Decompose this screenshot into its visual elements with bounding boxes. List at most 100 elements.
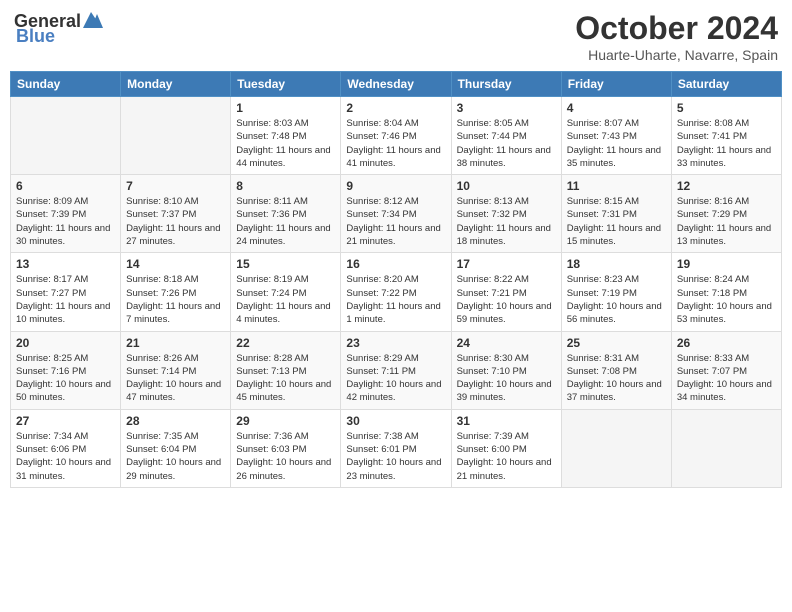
day-number: 4: [567, 101, 666, 115]
day-info: Sunrise: 7:36 AMSunset: 6:03 PMDaylight:…: [236, 430, 335, 483]
day-info: Sunrise: 8:20 AMSunset: 7:22 PMDaylight:…: [346, 273, 445, 326]
day-number: 13: [16, 257, 115, 271]
day-info: Sunrise: 8:33 AMSunset: 7:07 PMDaylight:…: [677, 352, 776, 405]
day-number: 8: [236, 179, 335, 193]
page-header: General Blue October 2024 Huarte-Uharte,…: [10, 10, 782, 63]
day-number: 20: [16, 336, 115, 350]
calendar-week-2: 6Sunrise: 8:09 AMSunset: 7:39 PMDaylight…: [11, 175, 782, 253]
month-title: October 2024: [575, 10, 778, 47]
calendar-cell: 27 Sunrise: 7:34 AMSunset: 6:06 PMDayligh…: [11, 409, 121, 487]
calendar-week-5: 27 Sunrise: 7:34 AMSunset: 6:06 PMDayligh…: [11, 409, 782, 487]
calendar-cell: 20 Sunrise: 8:25 AMSunset: 7:16 PMDayligh…: [11, 331, 121, 409]
day-number: 3: [457, 101, 556, 115]
day-number: 2: [346, 101, 445, 115]
calendar-cell: 2 Sunrise: 8:04 AMSunset: 7:46 PMDaylight…: [341, 97, 451, 175]
day-info: Sunrise: 8:13 AMSunset: 7:32 PMDaylight:…: [457, 195, 556, 248]
calendar-cell: 9 Sunrise: 8:12 AMSunset: 7:34 PMDaylight…: [341, 175, 451, 253]
day-info: Sunrise: 7:38 AMSunset: 6:01 PMDaylight:…: [346, 430, 445, 483]
day-number: 7: [126, 179, 225, 193]
day-info: Sunrise: 8:07 AMSunset: 7:43 PMDaylight:…: [567, 117, 666, 170]
day-info: Sunrise: 7:35 AMSunset: 6:04 PMDaylight:…: [126, 430, 225, 483]
calendar-cell: 11Sunrise: 8:15 AMSunset: 7:31 PMDayligh…: [561, 175, 671, 253]
day-info: Sunrise: 8:18 AMSunset: 7:26 PMDaylight:…: [126, 273, 225, 326]
day-info: Sunrise: 8:08 AMSunset: 7:41 PMDaylight:…: [677, 117, 776, 170]
calendar-week-3: 13 Sunrise: 8:17 AMSunset: 7:27 PMDayligh…: [11, 253, 782, 331]
day-number: 5: [677, 101, 776, 115]
calendar-cell: [561, 409, 671, 487]
logo-icon: [83, 10, 105, 30]
day-number: 26: [677, 336, 776, 350]
calendar-cell: 8 Sunrise: 8:11 AMSunset: 7:36 PMDaylight…: [231, 175, 341, 253]
calendar-cell: 29Sunrise: 7:36 AMSunset: 6:03 PMDayligh…: [231, 409, 341, 487]
calendar-cell: 31Sunrise: 7:39 AMSunset: 6:00 PMDayligh…: [451, 409, 561, 487]
day-number: 27: [16, 414, 115, 428]
calendar-cell: 18 Sunrise: 8:23 AMSunset: 7:19 PMDayligh…: [561, 253, 671, 331]
day-info: Sunrise: 8:24 AMSunset: 7:18 PMDaylight:…: [677, 273, 776, 326]
calendar-cell: 28Sunrise: 7:35 AMSunset: 6:04 PMDayligh…: [121, 409, 231, 487]
day-number: 22: [236, 336, 335, 350]
day-info: Sunrise: 8:10 AMSunset: 7:37 PMDaylight:…: [126, 195, 225, 248]
day-number: 10: [457, 179, 556, 193]
day-number: 9: [346, 179, 445, 193]
weekday-header-monday: Monday: [121, 72, 231, 97]
weekday-header-row: SundayMondayTuesdayWednesdayThursdayFrid…: [11, 72, 782, 97]
day-info: Sunrise: 8:23 AMSunset: 7:19 PMDaylight:…: [567, 273, 666, 326]
day-number: 23: [346, 336, 445, 350]
calendar-cell: 12Sunrise: 8:16 AMSunset: 7:29 PMDayligh…: [671, 175, 781, 253]
calendar-cell: 24Sunrise: 8:30 AMSunset: 7:10 PMDayligh…: [451, 331, 561, 409]
day-number: 1: [236, 101, 335, 115]
location: Huarte-Uharte, Navarre, Spain: [575, 47, 778, 63]
calendar-cell: 14 Sunrise: 8:18 AMSunset: 7:26 PMDayligh…: [121, 253, 231, 331]
calendar-cell: 6Sunrise: 8:09 AMSunset: 7:39 PMDaylight…: [11, 175, 121, 253]
calendar-cell: [671, 409, 781, 487]
calendar-cell: 10 Sunrise: 8:13 AMSunset: 7:32 PMDayligh…: [451, 175, 561, 253]
day-number: 24: [457, 336, 556, 350]
day-info: Sunrise: 8:12 AMSunset: 7:34 PMDaylight:…: [346, 195, 445, 248]
day-info: Sunrise: 8:22 AMSunset: 7:21 PMDaylight:…: [457, 273, 556, 326]
calendar-table: SundayMondayTuesdayWednesdayThursdayFrid…: [10, 71, 782, 488]
weekday-header-thursday: Thursday: [451, 72, 561, 97]
day-info: Sunrise: 8:04 AMSunset: 7:46 PMDaylight:…: [346, 117, 445, 170]
calendar-cell: 15Sunrise: 8:19 AMSunset: 7:24 PMDayligh…: [231, 253, 341, 331]
day-number: 6: [16, 179, 115, 193]
day-info: Sunrise: 8:29 AMSunset: 7:11 PMDaylight:…: [346, 352, 445, 405]
weekday-header-wednesday: Wednesday: [341, 72, 451, 97]
day-info: Sunrise: 8:11 AMSunset: 7:36 PMDaylight:…: [236, 195, 335, 248]
day-info: Sunrise: 8:17 AMSunset: 7:27 PMDaylight:…: [16, 273, 115, 326]
calendar-cell: 23 Sunrise: 8:29 AMSunset: 7:11 PMDayligh…: [341, 331, 451, 409]
day-info: Sunrise: 8:26 AMSunset: 7:14 PMDaylight:…: [126, 352, 225, 405]
calendar-cell: 5 Sunrise: 8:08 AMSunset: 7:41 PMDaylight…: [671, 97, 781, 175]
calendar-cell: 4 Sunrise: 8:07 AMSunset: 7:43 PMDaylight…: [561, 97, 671, 175]
day-number: 25: [567, 336, 666, 350]
calendar-cell: 7 Sunrise: 8:10 AMSunset: 7:37 PMDaylight…: [121, 175, 231, 253]
day-number: 16: [346, 257, 445, 271]
calendar-week-1: 1 Sunrise: 8:03 AMSunset: 7:48 PMDaylight…: [11, 97, 782, 175]
day-number: 12: [677, 179, 776, 193]
calendar-cell: 1 Sunrise: 8:03 AMSunset: 7:48 PMDaylight…: [231, 97, 341, 175]
title-block: October 2024 Huarte-Uharte, Navarre, Spa…: [575, 10, 778, 63]
day-number: 18: [567, 257, 666, 271]
calendar-cell: 19 Sunrise: 8:24 AMSunset: 7:18 PMDayligh…: [671, 253, 781, 331]
calendar-cell: 26 Sunrise: 8:33 AMSunset: 7:07 PMDayligh…: [671, 331, 781, 409]
day-number: 21: [126, 336, 225, 350]
calendar-cell: [121, 97, 231, 175]
calendar-cell: 16 Sunrise: 8:20 AMSunset: 7:22 PMDayligh…: [341, 253, 451, 331]
day-number: 31: [457, 414, 556, 428]
calendar-week-4: 20 Sunrise: 8:25 AMSunset: 7:16 PMDayligh…: [11, 331, 782, 409]
calendar-cell: 30Sunrise: 7:38 AMSunset: 6:01 PMDayligh…: [341, 409, 451, 487]
weekday-header-friday: Friday: [561, 72, 671, 97]
day-info: Sunrise: 7:34 AMSunset: 6:06 PMDaylight:…: [16, 430, 115, 483]
calendar-cell: 21 Sunrise: 8:26 AMSunset: 7:14 PMDayligh…: [121, 331, 231, 409]
day-number: 19: [677, 257, 776, 271]
day-info: Sunrise: 8:31 AMSunset: 7:08 PMDaylight:…: [567, 352, 666, 405]
day-info: Sunrise: 8:25 AMSunset: 7:16 PMDaylight:…: [16, 352, 115, 405]
calendar-cell: 17 Sunrise: 8:22 AMSunset: 7:21 PMDayligh…: [451, 253, 561, 331]
day-number: 17: [457, 257, 556, 271]
day-info: Sunrise: 8:15 AMSunset: 7:31 PMDaylight:…: [567, 195, 666, 248]
day-info: Sunrise: 8:03 AMSunset: 7:48 PMDaylight:…: [236, 117, 335, 170]
day-info: Sunrise: 8:28 AMSunset: 7:13 PMDaylight:…: [236, 352, 335, 405]
logo-text-blue: Blue: [16, 26, 55, 47]
day-number: 14: [126, 257, 225, 271]
calendar-cell: 3Sunrise: 8:05 AMSunset: 7:44 PMDaylight…: [451, 97, 561, 175]
calendar-cell: 22 Sunrise: 8:28 AMSunset: 7:13 PMDayligh…: [231, 331, 341, 409]
